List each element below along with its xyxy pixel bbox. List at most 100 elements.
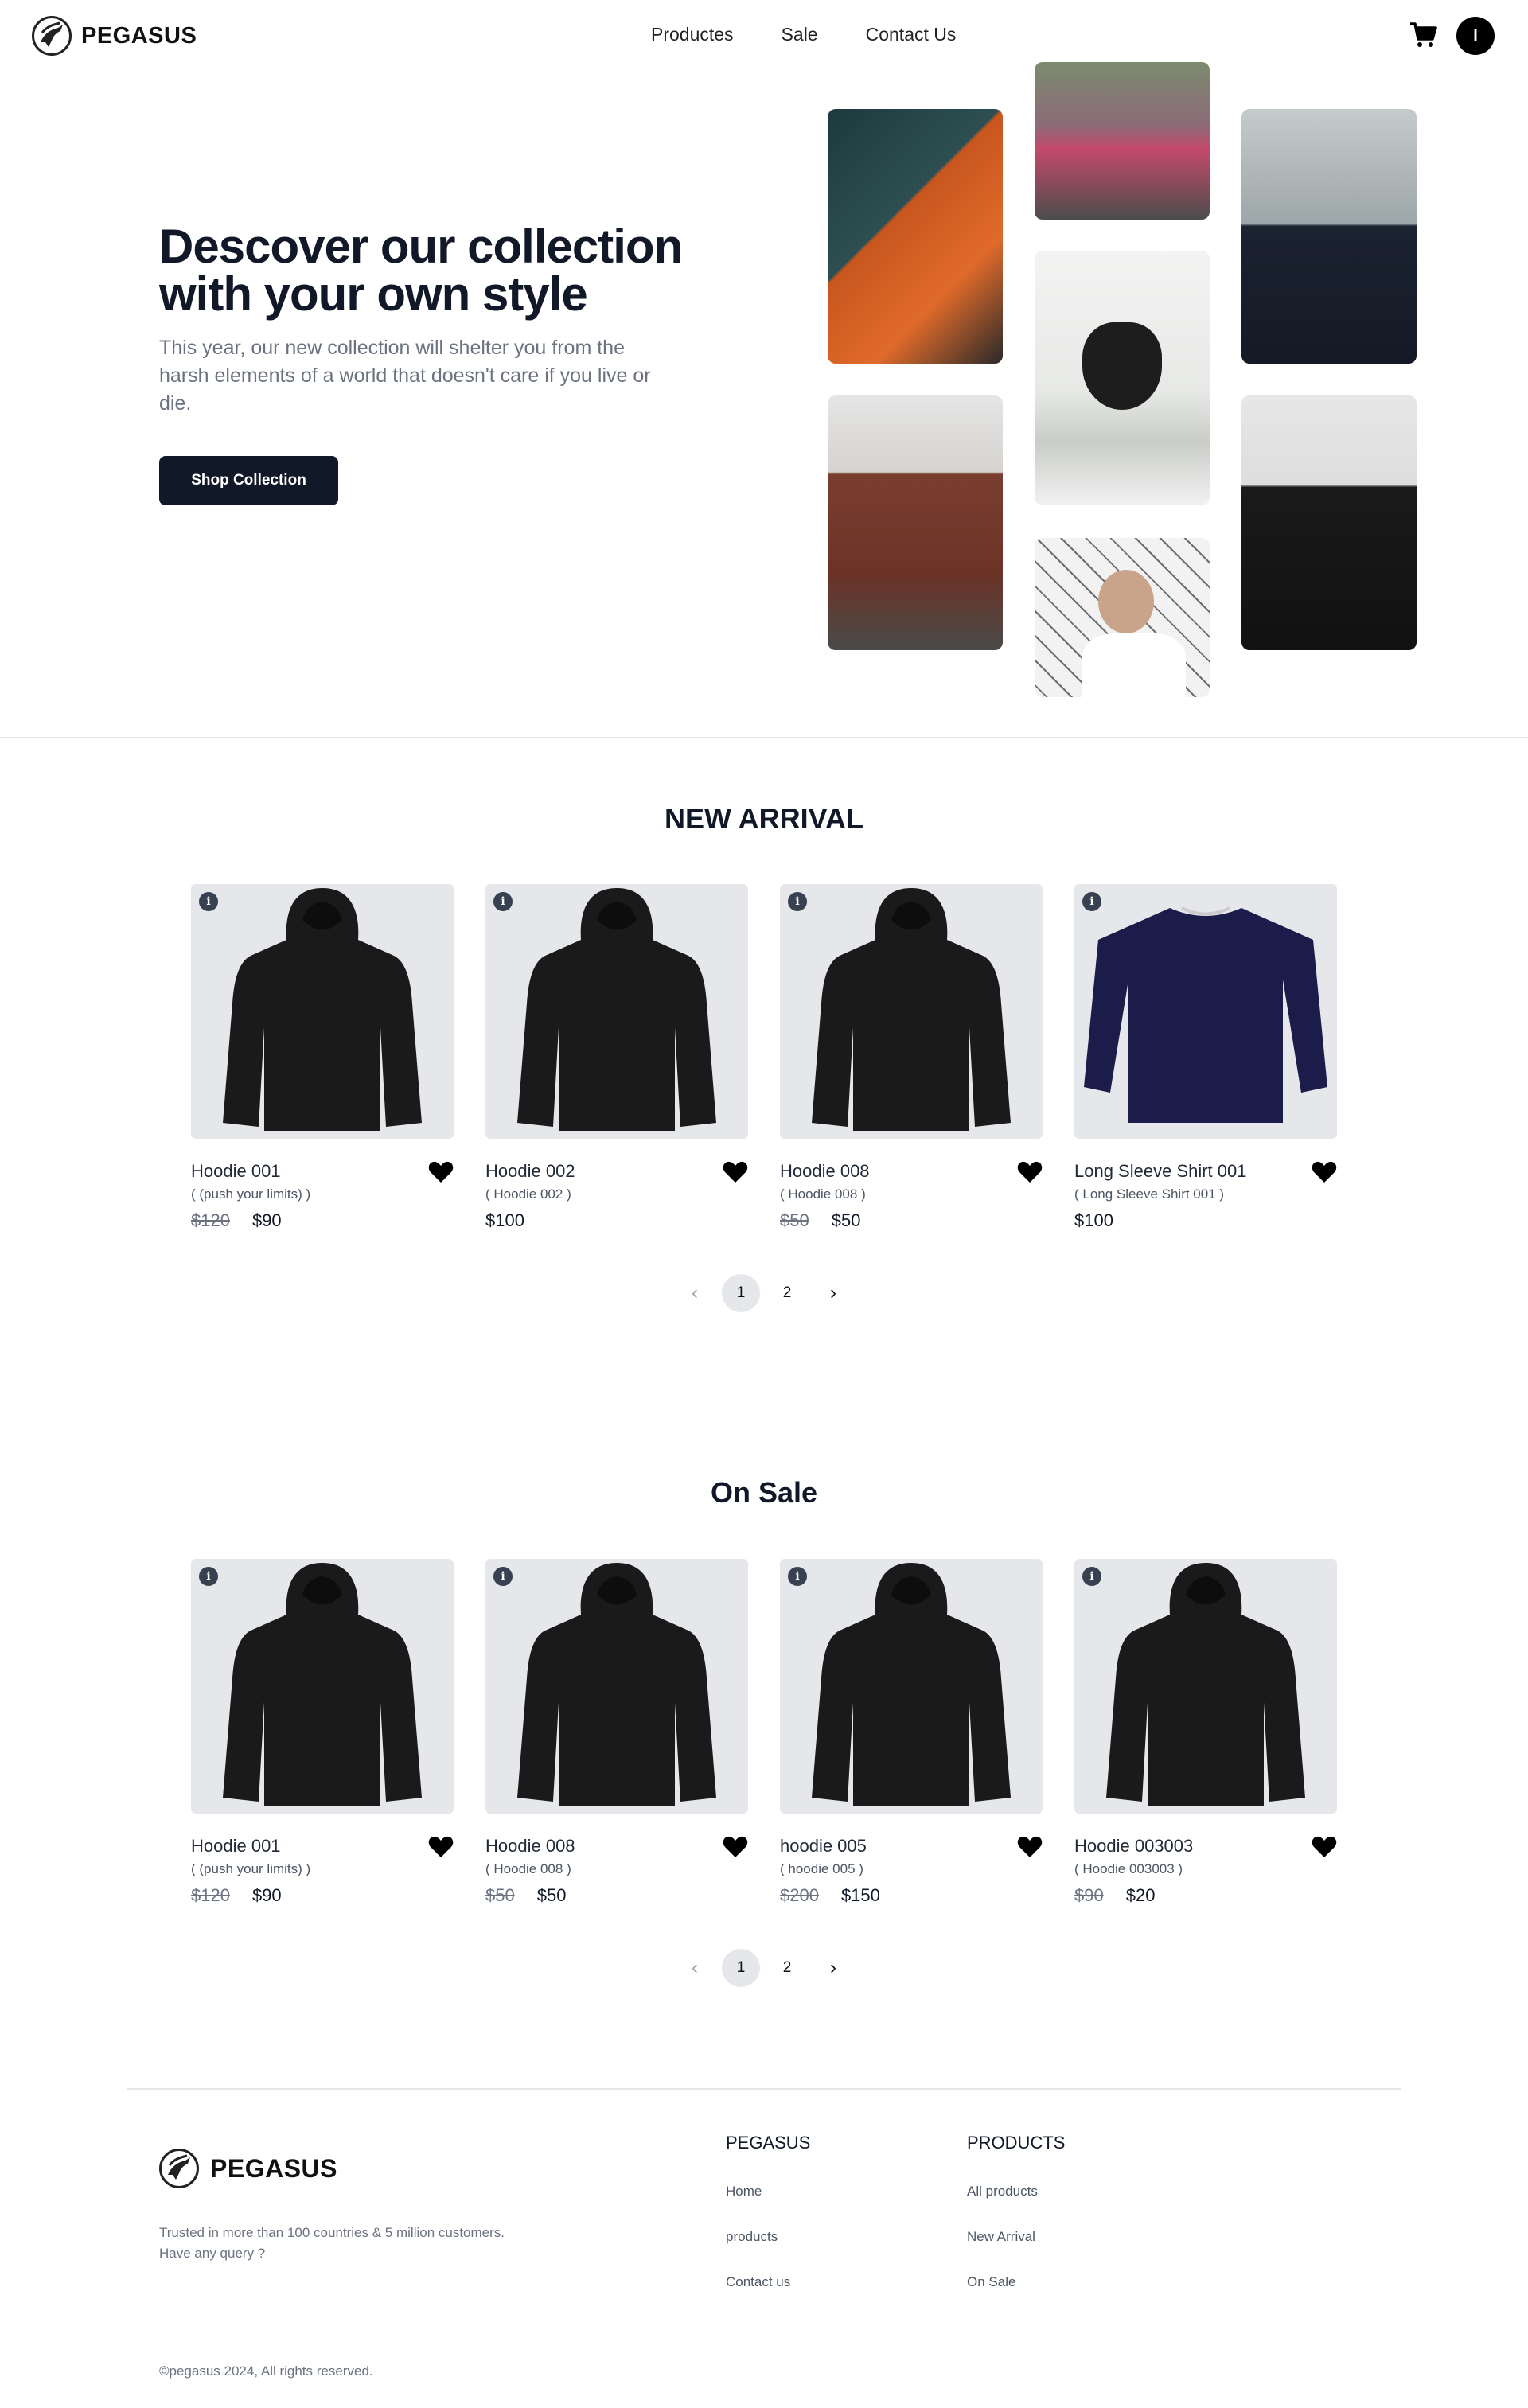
footer-brand-name: PEGASUS [210,2153,337,2183]
product-card[interactable]: i hoodie 005 ( hoodie 005 ) $200 $150 [780,1559,1043,1909]
original-price: $200 [780,1885,819,1905]
original-price: $90 [1074,1885,1104,1905]
garment-graphic [780,1559,1043,1814]
on-sale-title: On Sale [710,1476,818,1509]
prev-page-icon[interactable]: ‹ [676,1274,714,1312]
info-icon[interactable]: i [493,1567,513,1586]
heart-icon[interactable] [1312,1161,1337,1183]
prev-page-icon[interactable]: ‹ [676,1949,714,1987]
product-card[interactable]: i Hoodie 001 ( (push your limits) ) $120 $90 [191,884,454,1234]
product-image[interactable]: i [780,884,1043,1139]
heart-icon[interactable] [1312,1836,1337,1858]
hero-title: Descover our collection with your own st… [159,220,683,321]
product-image[interactable]: i [485,1559,748,1814]
pegasus-logo-icon [32,16,72,56]
footer-top-divider [127,2088,1401,2090]
product-card[interactable]: i Hoodie 001 ( (push your limits) ) $120 $90 [191,1559,454,1909]
footer-link-home[interactable]: Home [726,2184,810,2200]
footer-link-on-sale[interactable]: On Sale [967,2274,1065,2290]
next-page-icon[interactable]: › [814,1949,852,1987]
product-image[interactable]: i [780,1559,1043,1814]
info-icon[interactable]: i [788,892,807,911]
new-arrival-pagination: ‹ 1 2 › [0,1274,1528,1312]
product-card[interactable]: i Hoodie 002 ( Hoodie 002 ) $100 [485,884,748,1234]
new-arrival-title: NEW ARRIVAL [665,802,863,835]
info-icon[interactable]: i [199,892,218,911]
product-subtitle: ( Hoodie 003003 ) [1074,1861,1183,1876]
heart-icon[interactable] [1017,1836,1043,1858]
original-price: $50 [780,1210,809,1230]
product-image[interactable]: i [1074,1559,1337,1814]
heart-icon[interactable] [723,1161,748,1183]
product-name[interactable]: Hoodie 001 [191,1161,281,1182]
info-icon[interactable]: i [493,892,513,911]
original-price: $120 [191,1210,230,1230]
hero-photo-group [1035,62,1210,220]
product-price: $120 $90 [191,1210,282,1231]
brand-name: PEGASUS [81,22,197,49]
footer-col-products: PRODUCTS All products New Arrival On Sal… [967,2133,1065,2320]
heart-icon[interactable] [428,1836,454,1858]
sale-price: $90 [251,1210,282,1230]
product-image[interactable]: i [191,884,454,1139]
info-icon[interactable]: i [1082,1567,1101,1586]
garment-graphic [1074,1559,1337,1814]
page-button-1[interactable]: 1 [722,1274,760,1312]
product-image[interactable]: i [1074,884,1337,1139]
product-name[interactable]: Hoodie 003003 [1074,1836,1193,1857]
footer-col-pegasus: PEGASUS Home products Contact us [726,2133,810,2320]
section-divider [0,737,1528,738]
garment-graphic [191,884,454,1139]
info-icon[interactable]: i [788,1567,807,1586]
page-button-1[interactable]: 1 [722,1949,760,1987]
nav-link-sale[interactable]: Sale [782,24,818,45]
product-name[interactable]: Hoodie 002 [485,1161,575,1182]
product-card[interactable]: i Hoodie 008 ( Hoodie 008 ) $50 $50 [780,884,1043,1234]
page-button-2[interactable]: 2 [768,1274,806,1312]
cart-icon[interactable] [1409,21,1437,49]
footer-link-new-arrival[interactable]: New Arrival [967,2229,1065,2245]
product-card[interactable]: i Hoodie 008 ( Hoodie 008 ) $50 $50 [485,1559,748,1909]
sale-price: $150 [840,1885,880,1905]
product-name[interactable]: hoodie 005 [780,1836,867,1857]
product-name[interactable]: Hoodie 001 [191,1836,281,1857]
footer-link-products[interactable]: products [726,2229,810,2245]
hero-photo-black-tee [1242,395,1417,650]
product-name[interactable]: Hoodie 008 [780,1161,870,1182]
product-card[interactable]: i Long Sleeve Shirt 001 ( Long Sleeve Shir… [1074,884,1337,1234]
footer-link-all-products[interactable]: All products [967,2184,1065,2200]
on-sale-pagination: ‹ 1 2 › [0,1949,1528,1987]
nav-link-products[interactable]: Productes [651,24,734,45]
footer-logo[interactable]: PEGASUS [159,2149,337,2188]
footer-link-contact[interactable]: Contact us [726,2274,810,2290]
hero-photo-beanie-man [1035,538,1210,697]
product-subtitle: ( Long Sleeve Shirt 001 ) [1074,1186,1225,1202]
page-button-2[interactable]: 2 [768,1949,806,1987]
heart-icon[interactable] [1017,1161,1043,1183]
sale-price: $50 [536,1885,567,1905]
nav-link-contact[interactable]: Contact Us [866,24,957,45]
copyright: ©pegasus 2024, All rights reserved. [159,2363,373,2379]
original-price: $50 [485,1885,515,1905]
user-avatar[interactable]: I [1456,17,1495,55]
product-image[interactable]: i [485,884,748,1139]
product-name[interactable]: Hoodie 008 [485,1836,575,1857]
brand-logo[interactable]: PEGASUS [32,16,197,56]
hero-photo-back-hoodie [1242,109,1417,364]
heart-icon[interactable] [428,1161,454,1183]
product-name[interactable]: Long Sleeve Shirt 001 [1074,1161,1247,1182]
info-icon[interactable]: i [1082,892,1101,911]
shop-collection-button[interactable]: Shop Collection [159,456,338,505]
next-page-icon[interactable]: › [814,1274,852,1312]
sale-price: $90 [251,1885,282,1905]
sale-price: $20 [1125,1885,1156,1905]
heart-icon[interactable] [723,1836,748,1858]
garment-graphic [1074,884,1337,1139]
product-price: $100 [485,1210,524,1231]
garment-graphic [780,884,1043,1139]
info-icon[interactable]: i [199,1567,218,1586]
product-image[interactable]: i [191,1559,454,1814]
garment-graphic [485,1559,748,1814]
product-card[interactable]: i Hoodie 003003 ( Hoodie 003003 ) $90 $20 [1074,1559,1337,1909]
product-subtitle: ( Hoodie 008 ) [485,1861,571,1876]
